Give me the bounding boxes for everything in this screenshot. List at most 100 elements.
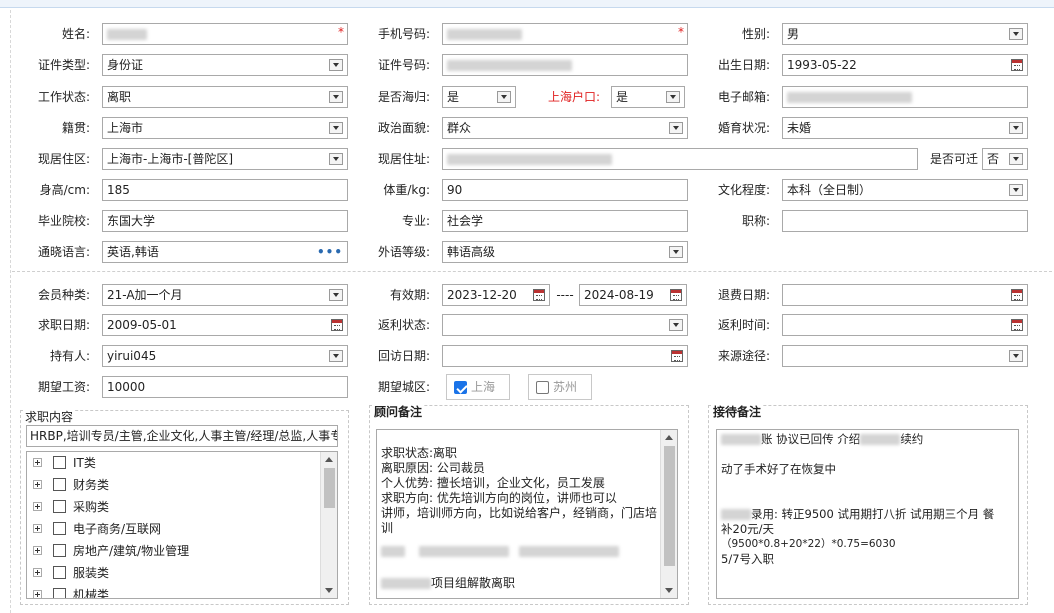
chevron-down-icon[interactable] — [669, 246, 683, 258]
education-select[interactable]: 本科（全日制） — [782, 179, 1028, 201]
tree-checkbox[interactable] — [53, 544, 66, 557]
visit-date-field[interactable] — [442, 345, 688, 367]
reception-notes-title: 接待备注 — [711, 405, 764, 419]
id-type-select[interactable]: 身份证 — [102, 54, 348, 76]
weight-field[interactable]: 90 — [442, 179, 688, 201]
chevron-down-icon[interactable] — [1009, 122, 1023, 134]
expand-icon[interactable] — [33, 546, 42, 555]
marital-status-select[interactable]: 未婚 — [782, 117, 1028, 139]
education-value: 本科（全日制） — [787, 183, 872, 197]
job-date-field[interactable]: 2009-05-01 — [102, 314, 348, 336]
scroll-up-icon[interactable] — [325, 457, 333, 462]
city-checkbox-suzhou[interactable]: 苏州 — [528, 374, 592, 400]
phone-field[interactable]: * — [442, 23, 688, 45]
tree-item-label: IT类 — [73, 456, 96, 470]
calendar-icon[interactable] — [1011, 59, 1023, 71]
tree-checkbox[interactable] — [53, 500, 66, 513]
residence-area-value: 上海市-上海市-[普陀区] — [107, 152, 234, 166]
id-number-field[interactable] — [442, 54, 688, 76]
political-status-label: 政治面貌: — [377, 121, 430, 135]
address-field[interactable] — [442, 148, 918, 170]
birth-date-label: 出生日期: — [717, 58, 770, 72]
holder-value: yirui045 — [107, 349, 157, 363]
expand-icon[interactable] — [33, 568, 42, 577]
residence-area-select[interactable]: 上海市-上海市-[普陀区] — [102, 148, 348, 170]
expand-icon[interactable] — [33, 524, 42, 533]
foreign-level-select[interactable]: 韩语高级 — [442, 241, 688, 263]
refund-date-field[interactable] — [782, 284, 1028, 306]
scroll-up-icon[interactable] — [665, 435, 673, 440]
holder-label: 持有人: — [49, 349, 90, 363]
weight-value: 90 — [447, 183, 463, 197]
calendar-icon[interactable] — [1011, 289, 1023, 301]
expand-icon[interactable] — [33, 502, 42, 511]
native-place-select[interactable]: 上海市 — [102, 117, 348, 139]
city-checkbox-shanghai[interactable]: 上海 — [446, 374, 510, 400]
note-line: 训 — [381, 521, 394, 535]
email-field[interactable] — [782, 86, 1028, 108]
height-field[interactable]: 185 — [102, 179, 348, 201]
chevron-down-icon[interactable] — [1009, 184, 1023, 196]
email-label: 电子邮箱: — [717, 90, 770, 104]
returnee-label: 是否海归: — [377, 90, 430, 104]
work-status-select[interactable]: 离职 — [102, 86, 348, 108]
member-type-select[interactable]: 21-A加一个月 — [102, 284, 348, 306]
title-label: 职称: — [741, 214, 770, 228]
city-label: 期望城区: — [377, 380, 430, 394]
job-category-tree[interactable]: IT类 财务类 采购类 电子商务/互联网 房地产/建筑/物业管理 服装类 机械类 — [26, 451, 338, 599]
native-place-label: 籍贯: — [61, 121, 90, 135]
valid-from-field[interactable]: 2023-12-20 — [442, 284, 550, 306]
section-divider — [12, 271, 1052, 272]
consultant-notes-textarea[interactable]: 求职状态:离职 离职原因: 公司裁员 个人优势: 擅长培训，企业文化，员工发展 … — [376, 429, 678, 599]
note-line: 5/7号入职 — [721, 552, 775, 566]
holder-select[interactable]: yirui045 — [102, 345, 348, 367]
expand-icon[interactable] — [33, 590, 42, 598]
school-field[interactable]: 东国大学 — [102, 210, 348, 232]
source-label: 来源途径: — [717, 349, 770, 363]
note-line: 录用: 转正9500 试用期打八折 试用期三个月 餐 — [721, 507, 1014, 522]
relocate-select[interactable]: 否 — [982, 148, 1028, 170]
gender-select[interactable]: 男 — [782, 23, 1028, 45]
source-select[interactable] — [782, 345, 1028, 367]
name-value-redacted — [107, 29, 147, 40]
job-content-field[interactable]: HRBP,培训专员/主管,企业文化,人事主管/经理/总监,人事专 — [26, 425, 338, 447]
tree-scrollbar[interactable] — [320, 452, 337, 598]
salary-field[interactable]: 10000 — [102, 376, 348, 398]
expand-icon[interactable] — [33, 480, 42, 489]
salary-value: 10000 — [107, 380, 146, 394]
phone-label: 手机号码: — [377, 27, 430, 41]
birth-date-field[interactable]: 1993-05-22 — [782, 54, 1028, 76]
tree-checkbox[interactable] — [53, 522, 66, 535]
calendar-icon[interactable] — [533, 289, 545, 301]
scroll-thumb[interactable] — [664, 446, 675, 566]
tree-checkbox[interactable] — [53, 588, 66, 598]
school-value: 东国大学 — [107, 214, 156, 228]
name-field[interactable]: * — [102, 23, 348, 45]
title-field[interactable] — [782, 210, 1028, 232]
political-status-select[interactable]: 群众 — [442, 117, 688, 139]
chevron-down-icon[interactable] — [1009, 28, 1023, 40]
note-line: 离职原因: 公司裁员 — [381, 461, 485, 475]
language-field[interactable]: 英语,韩语 ••• — [102, 241, 348, 263]
rebate-time-field[interactable] — [782, 314, 1028, 336]
reception-notes-textarea[interactable]: 账 协议已回传 介绍 续约 动了手术好了在恢复中 录用: 转正9500 试用期打八… — [716, 429, 1019, 599]
scroll-down-icon[interactable] — [665, 588, 673, 593]
id-type-value: 身份证 — [107, 58, 144, 72]
note-line: 讲师，培训师方向，比如说给客户，经销商，门店培 — [381, 506, 658, 520]
major-field[interactable]: 社会学 — [442, 210, 688, 232]
height-label: 身高/cm: — [39, 183, 90, 197]
chevron-down-icon[interactable] — [1009, 350, 1023, 362]
rebate-status-select[interactable] — [442, 314, 688, 336]
scroll-down-icon[interactable] — [325, 588, 333, 593]
tree-checkbox[interactable] — [53, 566, 66, 579]
scroll-thumb[interactable] — [324, 468, 335, 508]
tree-checkbox[interactable] — [53, 478, 66, 491]
chevron-down-icon[interactable] — [1009, 153, 1023, 165]
hukou-value: 是 — [616, 90, 629, 104]
expand-icon[interactable] — [33, 458, 42, 467]
notes-scrollbar[interactable] — [660, 430, 677, 598]
valid-to-value: 2024-08-19 — [584, 288, 654, 302]
tree-checkbox[interactable] — [53, 456, 66, 469]
calendar-icon[interactable] — [1011, 319, 1023, 331]
tree-item-label: 财务类 — [73, 478, 110, 492]
